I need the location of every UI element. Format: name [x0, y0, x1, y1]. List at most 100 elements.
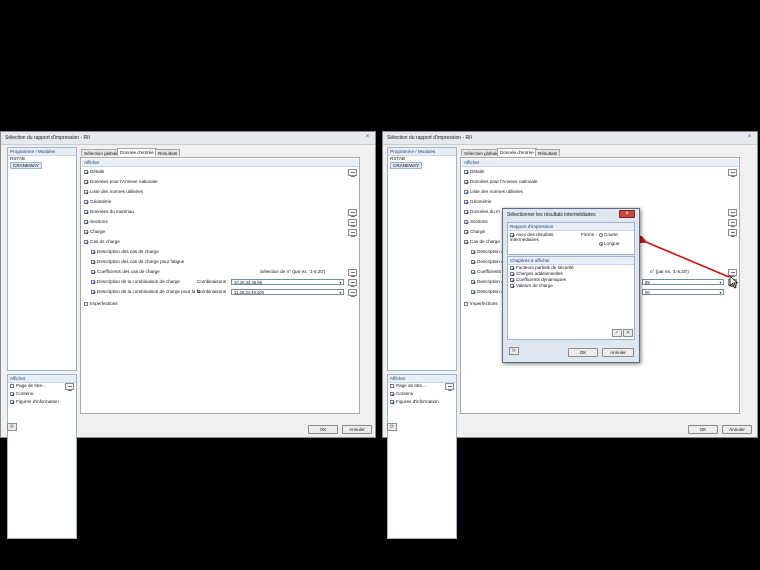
- close-icon[interactable]: ×: [619, 210, 635, 218]
- program-item-craneway[interactable]: CRANEWAY: [10, 162, 43, 169]
- avec-resultats-checkbox[interactable]: [510, 233, 514, 237]
- tab-input-data[interactable]: Donnée d'entrée: [497, 148, 537, 156]
- info-figures-checkbox[interactable]: [10, 400, 14, 404]
- details-checkbox[interactable]: [464, 170, 468, 174]
- page-title-option[interactable]: Page de titre...: [10, 383, 46, 389]
- chapitre-checkbox[interactable]: [510, 284, 514, 288]
- opt-materiau[interactable]: Données du m: [464, 209, 500, 215]
- cancel-button[interactable]: Annuler: [722, 425, 752, 434]
- page-title-settings-button[interactable]: [65, 383, 74, 391]
- page-title-checkbox[interactable]: [10, 384, 14, 388]
- desc-fatigue-checkbox[interactable]: [91, 260, 95, 264]
- opt-materiau[interactable]: Données du matériau: [84, 209, 134, 215]
- opt-details[interactable]: Détails: [84, 169, 104, 175]
- ok-button[interactable]: OK: [688, 425, 718, 434]
- desc-comb-checkbox[interactable]: [471, 280, 475, 284]
- tab-results[interactable]: Résultats: [155, 149, 181, 156]
- contents-checkbox[interactable]: [10, 392, 14, 396]
- opt-sections[interactable]: Sections: [464, 219, 488, 225]
- tab-global-selection[interactable]: Sélection globale: [461, 149, 502, 156]
- coefficients-checkbox[interactable]: [91, 270, 95, 274]
- opt-desc-comb[interactable]: Description de la combinaison de charge: [91, 279, 180, 285]
- desc-comb-fat-checkbox[interactable]: [471, 290, 475, 294]
- opt-desc-fatigue[interactable]: Description des cas de charge pour fatig…: [91, 259, 184, 265]
- materiau-settings-button[interactable]: [348, 209, 357, 217]
- chapitre-item[interactable]: Valeurs de charge: [510, 283, 553, 289]
- geometrie-checkbox[interactable]: [84, 200, 88, 204]
- opt-charge[interactable]: Charge: [464, 229, 485, 235]
- close-icon[interactable]: ×: [745, 133, 754, 141]
- sections-settings-button[interactable]: [728, 219, 737, 227]
- annexe-checkbox[interactable]: [84, 180, 88, 184]
- page-title-settings-button[interactable]: [445, 383, 454, 391]
- desc-fatigue-checkbox[interactable]: [471, 260, 475, 264]
- desc-comb-fat-checkbox[interactable]: [91, 290, 95, 294]
- cas-charge-checkbox[interactable]: [84, 240, 88, 244]
- annexe-checkbox[interactable]: [464, 180, 468, 184]
- intermediate-cancel-button[interactable]: Annuler: [602, 348, 634, 357]
- sections-checkbox[interactable]: [84, 220, 88, 224]
- cancel-button[interactable]: Annuler: [342, 425, 372, 434]
- courte-radio[interactable]: [599, 233, 603, 237]
- materiau-checkbox[interactable]: [84, 210, 88, 214]
- program-item-rstab[interactable]: RSTAB: [390, 156, 405, 161]
- courte-option[interactable]: Courte: [599, 232, 618, 238]
- coefficients-settings-button[interactable]: [348, 269, 357, 277]
- chapitre-checkbox[interactable]: [510, 272, 514, 276]
- sections-checkbox[interactable]: [464, 220, 468, 224]
- sections-settings-button[interactable]: [348, 219, 357, 227]
- combinaisons-select-2[interactable]: 00 ▾: [642, 289, 724, 295]
- contents-checkbox[interactable]: [390, 392, 394, 396]
- imperfections-checkbox[interactable]: [464, 302, 468, 306]
- intermediate-ok-button[interactable]: OK: [568, 348, 598, 357]
- opt-geometrie[interactable]: Géométrie: [84, 199, 111, 205]
- contents-option[interactable]: Contenu: [10, 391, 33, 397]
- program-item-rstab[interactable]: RSTAB: [10, 156, 25, 161]
- imperfections-checkbox[interactable]: [84, 302, 88, 306]
- details-settings-button[interactable]: [728, 169, 737, 177]
- comb-fat-settings-button[interactable]: [348, 289, 357, 297]
- cas-charge-checkbox[interactable]: [464, 240, 468, 244]
- opt-desc-cas[interactable]: Description d: [471, 249, 504, 255]
- charge-settings-button[interactable]: [348, 229, 357, 237]
- opt-desc-comb-fat[interactable]: Description de la combinaison de charge …: [91, 289, 200, 295]
- details-checkbox[interactable]: [84, 170, 88, 174]
- info-figures-option[interactable]: Figures d'information: [390, 399, 439, 405]
- opt-desc-comb[interactable]: Description d: [471, 279, 504, 285]
- close-icon[interactable]: ×: [363, 133, 372, 141]
- opt-geometrie[interactable]: Géométrie: [464, 199, 491, 205]
- charge-checkbox[interactable]: [464, 230, 468, 234]
- coefficients-checkbox[interactable]: [471, 270, 475, 274]
- details-settings-button[interactable]: [348, 169, 357, 177]
- select-all-button[interactable]: ✓: [612, 329, 622, 337]
- opt-cas-charge[interactable]: Cas de charge: [464, 239, 500, 245]
- materiau-settings-button[interactable]: [728, 209, 737, 217]
- geometrie-checkbox[interactable]: [464, 200, 468, 204]
- opt-details[interactable]: Détails: [464, 169, 484, 175]
- ok-button[interactable]: OK: [308, 425, 338, 434]
- desc-comb-checkbox[interactable]: [91, 280, 95, 284]
- opt-coefficients[interactable]: Coefficients d: [471, 269, 505, 275]
- opt-annexe[interactable]: Données pour l'Annexe nationale: [84, 179, 158, 185]
- liste-normes-checkbox[interactable]: [464, 190, 468, 194]
- page-title-checkbox[interactable]: [390, 384, 394, 388]
- page-title-option[interactable]: Page de titre...: [390, 383, 426, 389]
- opt-coefficients[interactable]: Coefficients des cas de charge: [91, 269, 160, 275]
- opt-imperfections[interactable]: Imperfections: [84, 301, 118, 307]
- opt-desc-fatigue[interactable]: Description d: [471, 259, 504, 265]
- help-button[interactable]: ⟳: [7, 423, 17, 431]
- contents-option[interactable]: Contenu: [390, 391, 413, 397]
- tab-input-data[interactable]: Donnée d'entrée: [117, 148, 157, 156]
- help-button[interactable]: ⟳: [509, 347, 519, 355]
- combinaisons-select-2[interactable]: 11,26,34,49,100 ▾: [231, 289, 344, 295]
- help-button[interactable]: ⟳: [387, 423, 397, 431]
- tab-results[interactable]: Résultats: [535, 149, 561, 156]
- opt-desc-cas[interactable]: Description des cas de charge: [91, 249, 159, 255]
- chapitre-checkbox[interactable]: [510, 278, 514, 282]
- opt-liste-normes[interactable]: Liste des normes utilisées: [464, 189, 523, 195]
- desc-cas-checkbox[interactable]: [471, 250, 475, 254]
- chapitre-checkbox[interactable]: [510, 266, 514, 270]
- opt-cas-charge[interactable]: Cas de charge: [84, 239, 120, 245]
- combinaisons-select-1[interactable]: 10,25,33,48,89 ▾: [231, 279, 344, 285]
- liste-normes-checkbox[interactable]: [84, 190, 88, 194]
